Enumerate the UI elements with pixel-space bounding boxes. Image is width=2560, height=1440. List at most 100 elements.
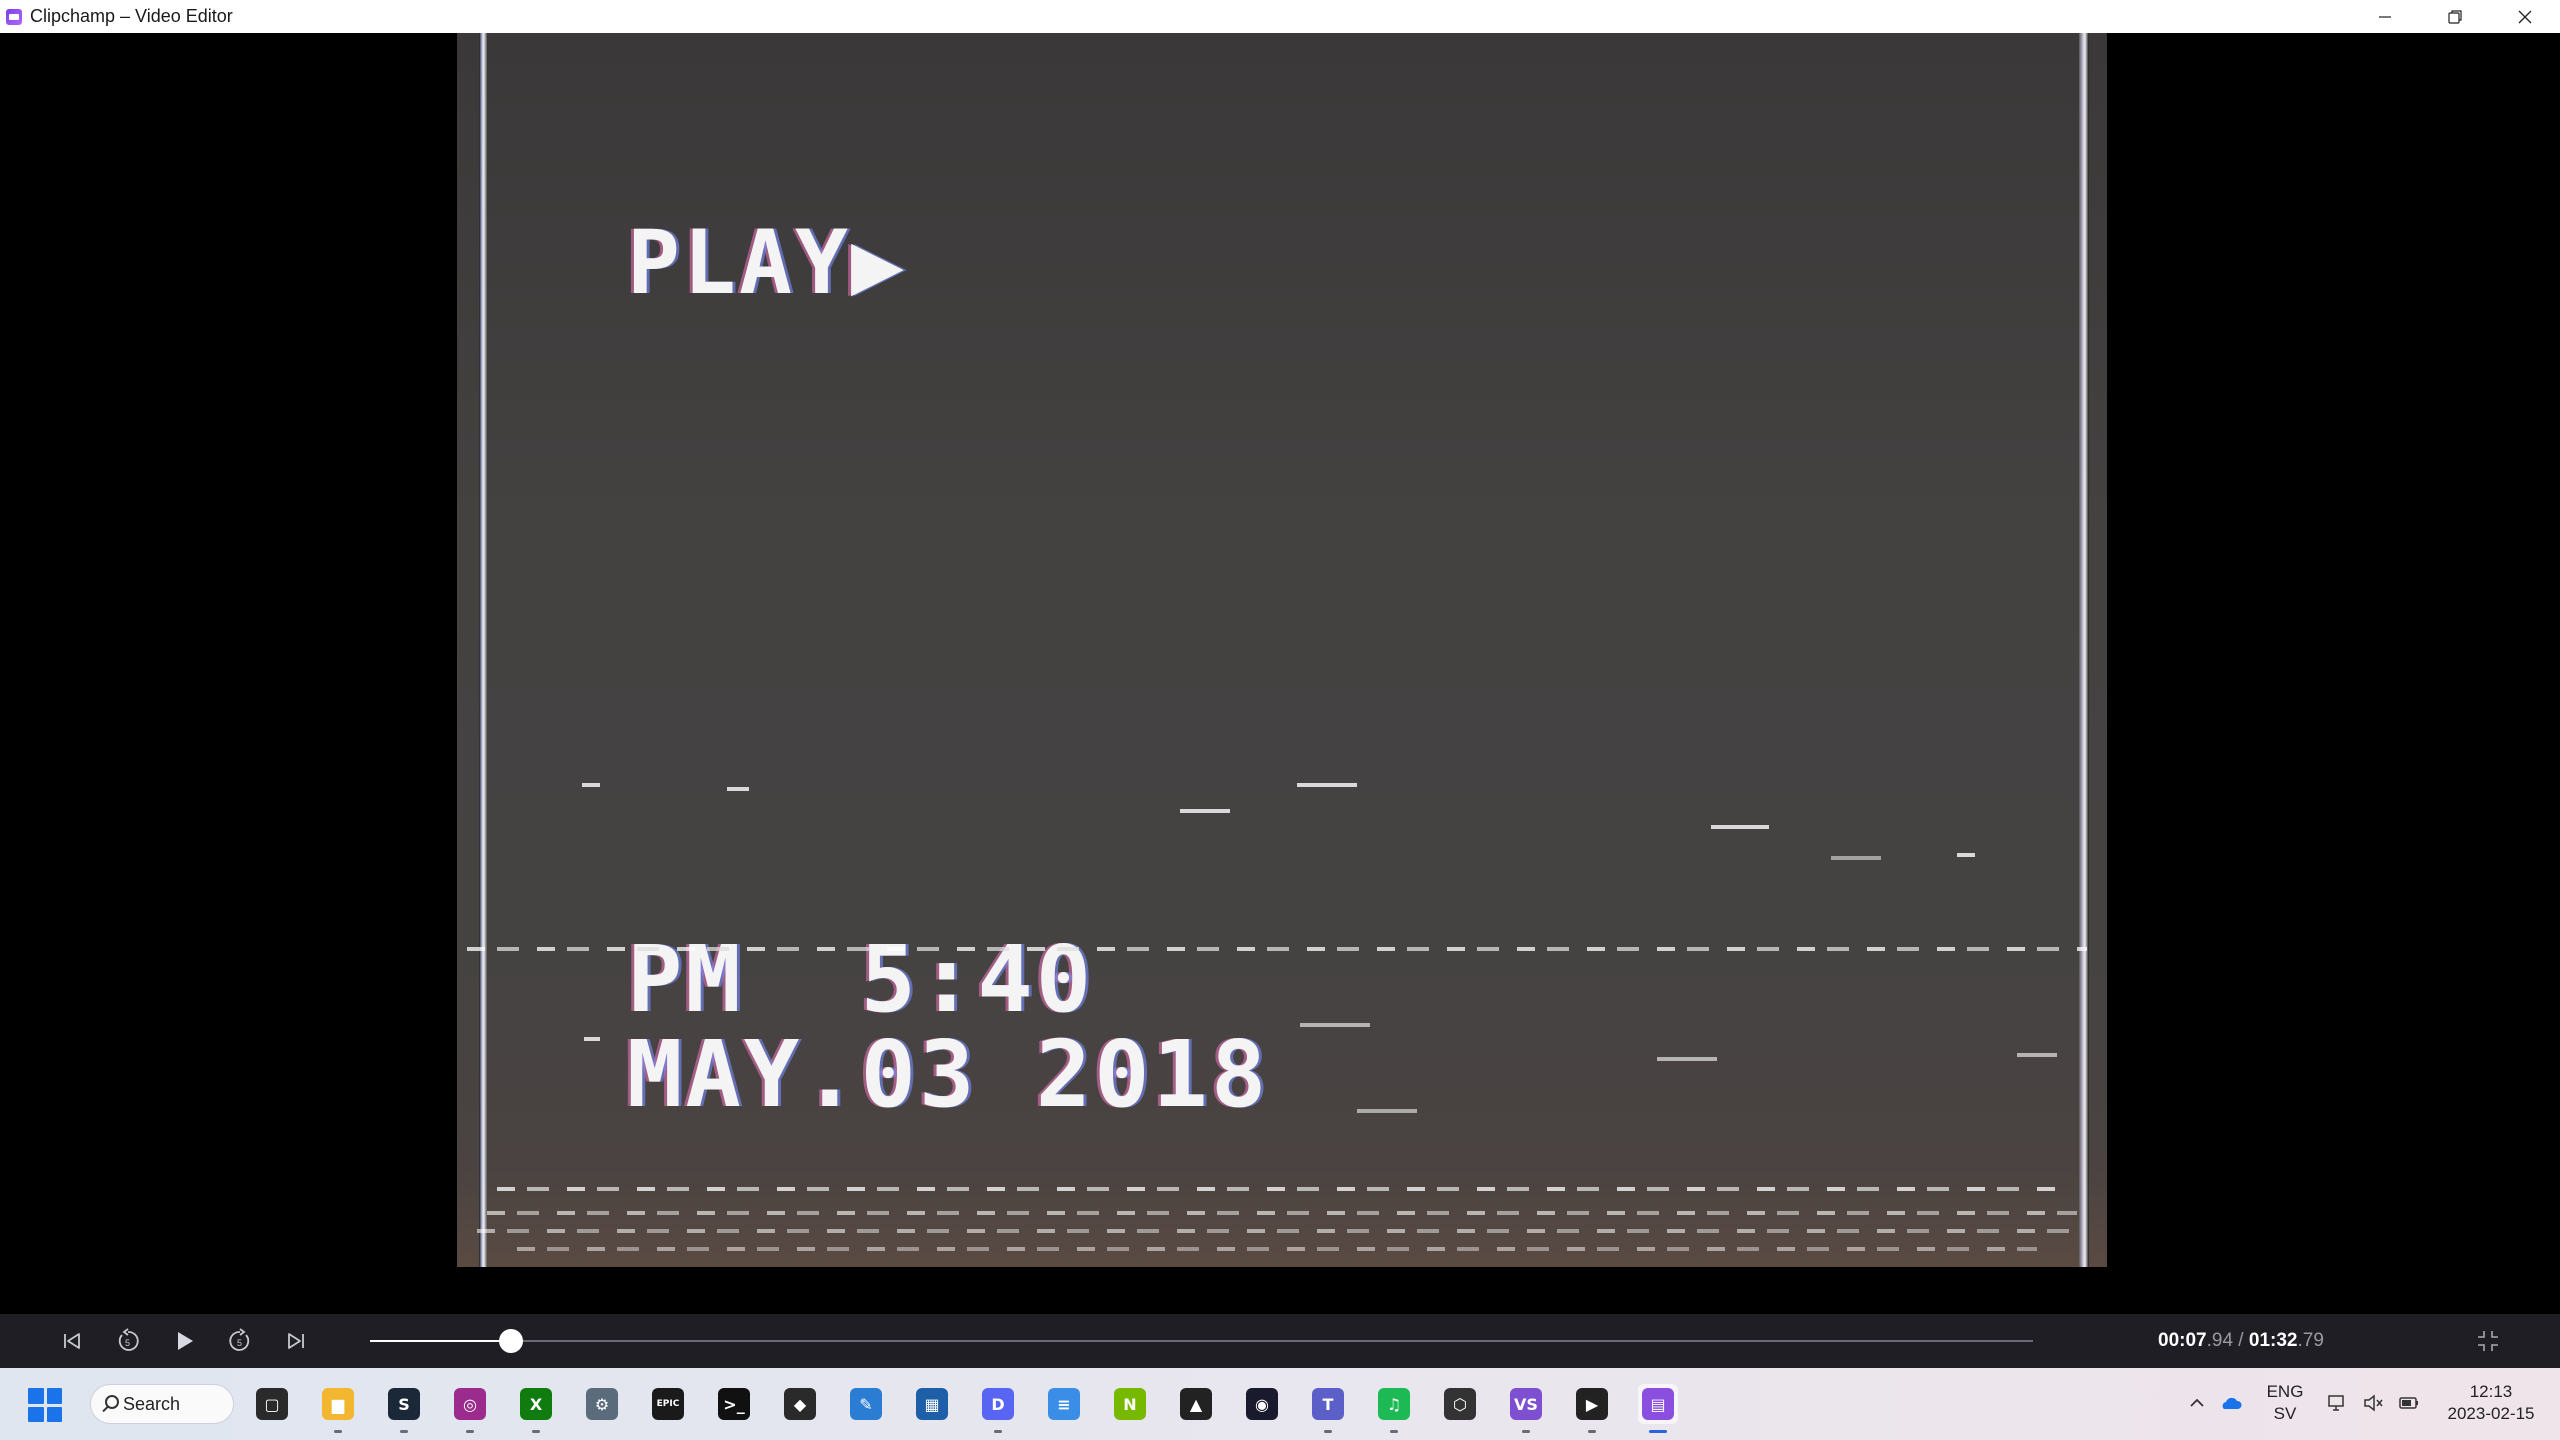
total-time: 01:32: [2248, 1330, 2298, 1351]
vhs-speck: [1831, 856, 1881, 860]
rewind-5-button[interactable]: 5: [112, 1325, 144, 1357]
volume-muted-icon[interactable]: [2360, 1390, 2386, 1416]
seek-bar-handle[interactable]: [499, 1329, 523, 1353]
svg-text:5: 5: [237, 1338, 242, 1348]
taskbar-search[interactable]: Search: [90, 1384, 234, 1424]
visual-studio-icon: VS: [1510, 1388, 1542, 1420]
video-frame[interactable]: PLAY▶ PM 5:40 MAY.03 2018: [457, 33, 2107, 1267]
skip-back-button[interactable]: [56, 1325, 88, 1357]
taskbar-app-nvidia[interactable]: N: [1110, 1384, 1150, 1424]
unity-hub-icon: ⬡: [1444, 1388, 1476, 1420]
forward-5-button[interactable]: 5: [224, 1325, 256, 1357]
taskbar-app-teams[interactable]: T: [1308, 1384, 1348, 1424]
rewind-icon: 5: [118, 1328, 139, 1351]
taskbar-app-file-explorer[interactable]: ▆: [318, 1384, 358, 1424]
vhs-date-overlay: MAY.03 2018: [627, 1021, 1270, 1128]
vhs-edge-right: [2079, 33, 2089, 1267]
settings-icon: ⚙: [586, 1388, 618, 1420]
running-indicator: [1649, 1430, 1667, 1433]
video-stage[interactable]: PLAY▶ PM 5:40 MAY.03 2018: [0, 33, 2560, 1314]
taskbar-app-unity-hub[interactable]: ⬡: [1440, 1384, 1480, 1424]
running-indicator: [334, 1430, 342, 1433]
nvidia-icon: N: [1114, 1388, 1146, 1420]
restore-icon: [2448, 9, 2462, 24]
notepad-icon: ≡: [1048, 1388, 1080, 1420]
exit-fullscreen-button[interactable]: [2472, 1325, 2504, 1357]
vhs-play-overlay: PLAY▶: [627, 211, 907, 314]
uplay-icon: ◉: [1246, 1388, 1278, 1420]
battery-icon[interactable]: [2396, 1390, 2422, 1416]
running-indicator: [994, 1430, 1002, 1433]
network-icon[interactable]: [2324, 1390, 2350, 1416]
clock-date: 2023-02-15: [2447, 1404, 2535, 1423]
skip-forward-button[interactable]: [280, 1325, 312, 1357]
taskbar-app-clipchamp[interactable]: ▤: [1638, 1384, 1678, 1424]
running-indicator: [532, 1430, 540, 1433]
taskbar-app-steam[interactable]: S: [384, 1384, 424, 1424]
taskbar-app-uplay[interactable]: ◉: [1242, 1384, 1282, 1424]
minimize-button[interactable]: [2350, 0, 2420, 33]
photos-app-icon: ▦: [916, 1388, 948, 1420]
epic-games-icon: EPIC: [652, 1388, 684, 1420]
show-hidden-icons-button[interactable]: [2184, 1390, 2210, 1416]
chevron-up-icon: [2190, 1398, 2204, 1407]
taskbar-app-photos-app[interactable]: ▦: [912, 1384, 952, 1424]
seek-bar-progress: [370, 1340, 511, 1342]
start-button[interactable]: [28, 1388, 62, 1422]
running-indicator: [1588, 1430, 1596, 1433]
taskbar-app-spotify[interactable]: ♫: [1374, 1384, 1414, 1424]
keyboard-layout: SV: [2273, 1404, 2297, 1423]
podcast-app-icon: ◎: [454, 1388, 486, 1420]
taskbar-app-podcast-app[interactable]: ◎: [450, 1384, 490, 1424]
play-button[interactable]: [168, 1325, 200, 1357]
taskbar: Search ▢ ▆ S ◎ X ⚙ EPIC >_ ◆ ✎ ▦ D ≡ N ▲ ◉ T ♫ ⬡ VS ▶ ▤ ENG S…: [0, 1368, 2560, 1440]
current-time: 00:07: [2158, 1330, 2207, 1351]
vhs-tracking-line: [487, 1211, 2077, 1215]
time-separator: /: [2233, 1330, 2249, 1351]
taskbar-app-epic-games[interactable]: EPIC: [648, 1384, 688, 1424]
taskbar-app-discord[interactable]: D: [978, 1384, 1018, 1424]
seek-bar[interactable]: [370, 1329, 2033, 1353]
svg-text:5: 5: [125, 1338, 130, 1348]
language-code: ENG: [2266, 1382, 2304, 1401]
taskbar-app-inkscape[interactable]: ▲: [1176, 1384, 1216, 1424]
taskbar-app-paint-app[interactable]: ✎: [846, 1384, 886, 1424]
taskbar-app-terminal[interactable]: >_: [714, 1384, 754, 1424]
teams-icon: T: [1312, 1388, 1344, 1420]
clock[interactable]: 12:13 2023-02-15: [2436, 1381, 2546, 1425]
clipchamp-icon: [6, 8, 22, 25]
vhs-tracking-line: [497, 1187, 2057, 1191]
close-button[interactable]: [2490, 0, 2560, 33]
onedrive-icon[interactable]: [2218, 1390, 2244, 1416]
running-indicator: [400, 1430, 408, 1433]
unity-icon: ◆: [784, 1388, 816, 1420]
vhs-speck: [727, 787, 749, 791]
taskbar-app-unity[interactable]: ◆: [780, 1384, 820, 1424]
file-explorer-icon: ▆: [322, 1388, 354, 1420]
total-time-fraction: .79: [2297, 1330, 2324, 1351]
vhs-tracking-line: [477, 1229, 2077, 1233]
restore-button[interactable]: [2420, 0, 2490, 33]
inkscape-icon: ▲: [1180, 1388, 1212, 1420]
skip-forward-icon: [288, 1333, 304, 1349]
language-indicator[interactable]: ENG SV: [2260, 1381, 2310, 1425]
vhs-speck: [584, 1037, 600, 1041]
clipchamp-icon: ▤: [1642, 1388, 1674, 1420]
vhs-speck: [1180, 809, 1230, 813]
close-icon: [2518, 10, 2532, 23]
taskbar-app-task-view[interactable]: ▢: [252, 1384, 292, 1424]
taskbar-app-visual-studio[interactable]: VS: [1506, 1384, 1546, 1424]
timecode: 00:07.94 / 01:32.79: [2158, 1330, 2324, 1352]
paint-app-icon: ✎: [850, 1388, 882, 1420]
vhs-tracking-line: [517, 1247, 2037, 1251]
taskbar-app-xbox[interactable]: X: [516, 1384, 556, 1424]
window-title: Clipchamp – Video Editor: [30, 6, 233, 26]
taskbar-app-notepad[interactable]: ≡: [1044, 1384, 1084, 1424]
xbox-icon: X: [520, 1388, 552, 1420]
steam-icon: S: [388, 1388, 420, 1420]
taskbar-app-media-player[interactable]: ▶: [1572, 1384, 1612, 1424]
vhs-speck: [1357, 1109, 1417, 1113]
vhs-time-overlay: PM 5:40: [627, 926, 1095, 1033]
taskbar-app-settings[interactable]: ⚙: [582, 1384, 622, 1424]
current-time-fraction: .94: [2206, 1330, 2234, 1351]
